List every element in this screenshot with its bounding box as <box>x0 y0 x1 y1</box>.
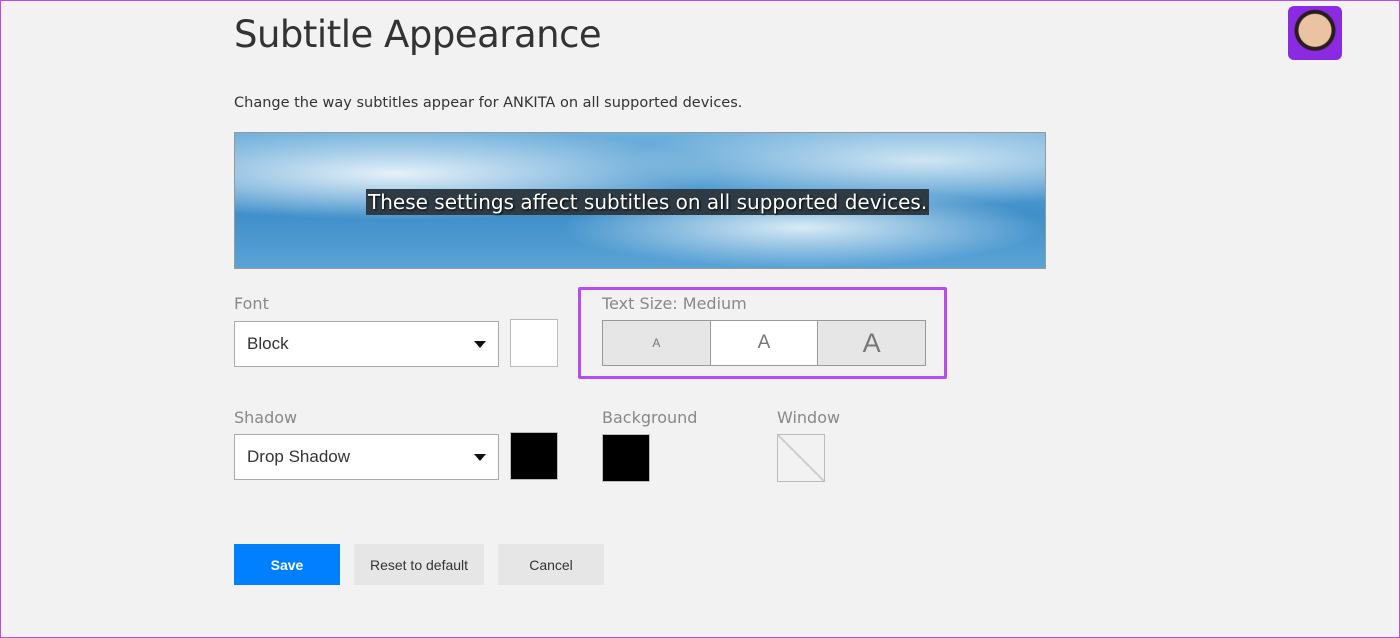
text-size-medium[interactable]: A <box>710 321 819 365</box>
reset-button[interactable]: Reset to default <box>354 544 484 585</box>
cancel-button[interactable]: Cancel <box>498 544 604 585</box>
font-value: Block <box>247 334 289 353</box>
preview-caption: These settings affect subtitles on all s… <box>366 189 930 215</box>
profile-avatar[interactable] <box>1288 6 1342 60</box>
text-size-large[interactable]: A <box>818 321 926 365</box>
shadow-value: Drop Shadow <box>247 447 351 466</box>
font-label: Font <box>234 294 269 313</box>
window-color-swatch[interactable] <box>777 434 825 482</box>
page-title: Subtitle Appearance <box>234 13 602 56</box>
shadow-select[interactable]: Drop Shadow <box>234 434 499 480</box>
font-select[interactable]: Block <box>234 321 499 367</box>
shadow-color-swatch[interactable] <box>510 432 558 480</box>
subtitle-preview: These settings affect subtitles on all s… <box>234 132 1046 269</box>
chevron-down-icon <box>474 340 486 348</box>
description: Change the way subtitles appear for ANKI… <box>234 95 743 111</box>
font-color-swatch[interactable] <box>510 319 558 367</box>
background-color-swatch[interactable] <box>602 434 650 482</box>
text-size-label: Text Size: Medium <box>602 294 747 313</box>
text-size-selector: A A A <box>602 320 926 366</box>
shadow-label: Shadow <box>234 408 298 427</box>
save-button[interactable]: Save <box>234 544 340 585</box>
text-size-small[interactable]: A <box>603 321 711 365</box>
background-label: Background <box>602 408 698 427</box>
window-label: Window <box>777 408 841 427</box>
chevron-down-icon <box>474 453 486 461</box>
